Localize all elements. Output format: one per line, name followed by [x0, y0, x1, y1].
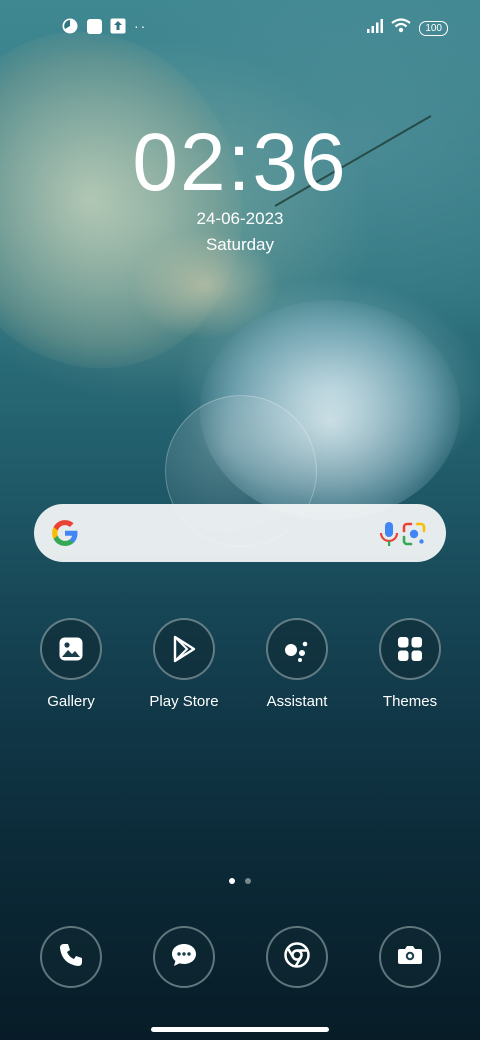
dock-chrome[interactable] — [266, 926, 328, 988]
wifi-icon — [391, 18, 411, 38]
app-gallery[interactable]: Gallery — [15, 618, 127, 710]
app-label: Play Store — [149, 693, 219, 710]
assistant-icon — [266, 618, 328, 680]
themes-grid-icon — [379, 618, 441, 680]
clock-weekday: Saturday — [205, 235, 275, 254]
battery-icon: 100 — [419, 20, 448, 36]
dock-phone[interactable] — [40, 926, 102, 988]
mic-icon[interactable] — [376, 520, 402, 548]
chrome-icon — [283, 941, 311, 974]
dock-messages[interactable] — [153, 926, 215, 988]
google-search-bar[interactable] — [34, 504, 446, 562]
upload-icon — [110, 18, 126, 34]
app-label: Gallery — [47, 693, 95, 710]
gallery-icon — [40, 618, 102, 680]
google-g-icon — [50, 518, 80, 548]
signal-icon — [367, 18, 384, 38]
app-label: Themes — [382, 693, 438, 710]
page-dot-active[interactable] — [229, 878, 235, 884]
camera-icon — [397, 944, 423, 971]
status-left: ·· — [62, 18, 147, 34]
clock-time[interactable]: 02:36 — [0, 118, 480, 208]
play-store-icon — [153, 618, 215, 680]
status-right: 100 — [367, 18, 448, 38]
app-themes[interactable]: Themes — [354, 618, 466, 710]
page-dot[interactable] — [245, 878, 251, 884]
google-lens-icon[interactable] — [400, 520, 428, 548]
gesture-nav-bar[interactable] — [151, 1027, 329, 1032]
app-label: Assistant — [266, 693, 328, 710]
status-bar: ·· 100 — [0, 0, 480, 56]
app-assistant[interactable]: Assistant — [241, 618, 353, 710]
app-play-store[interactable]: Play Store — [128, 618, 240, 710]
clock-date: 24-06-2023 — [196, 209, 284, 228]
phone-icon — [58, 942, 84, 973]
messages-icon — [170, 942, 198, 973]
pie-chart-icon — [62, 18, 78, 34]
page-indicator — [0, 878, 480, 884]
more-dots-icon: ·· — [134, 18, 148, 34]
dock-camera[interactable] — [379, 926, 441, 988]
square-app-icon — [86, 18, 102, 34]
